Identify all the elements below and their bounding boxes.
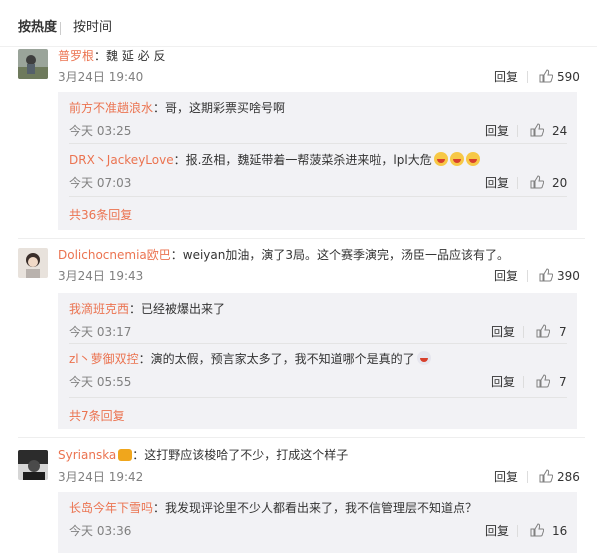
reply-username[interactable]: DRX丶JackeyLove [69, 153, 174, 167]
sort-by-hot-tab[interactable]: 按热度 [18, 20, 57, 36]
comment-time: 3月24日 19:40 [58, 70, 144, 84]
like-count: 590 [557, 70, 580, 84]
like-count: 16 [552, 524, 568, 538]
comment-time: 3月24日 19:43 [58, 269, 144, 283]
reply-text: ：哥，这期彩票买啥号啊 [153, 101, 286, 115]
reply-time: 今天 07:03 [69, 176, 132, 190]
avatar-image [18, 49, 48, 79]
like-icon[interactable] [530, 175, 544, 189]
action-divider [523, 376, 524, 388]
reply-button[interactable]: 回复 [485, 524, 509, 538]
comment-item: Syrianska ：这打野应该梭哈了不少，打成这个样子 3月24日 19:42 … [0, 446, 597, 553]
reply-button[interactable]: 回复 [494, 269, 518, 283]
reply-divider [69, 397, 567, 398]
like-icon[interactable] [536, 324, 550, 338]
comment-text: ：这打野应该梭哈了不少，打成这个样子 [132, 448, 349, 462]
action-divider [517, 525, 518, 537]
reply-time: 今天 03:36 [69, 524, 132, 538]
reply-button[interactable]: 回复 [485, 124, 509, 138]
action-divider [527, 270, 528, 282]
reply-button[interactable]: 回复 [494, 70, 518, 84]
confused-emoji-icon [416, 351, 431, 365]
avatar[interactable] [18, 49, 48, 79]
reply-divider [69, 143, 567, 144]
reply-button[interactable]: 回复 [494, 470, 518, 484]
like-count: 20 [552, 176, 568, 190]
like-count: 390 [557, 269, 580, 283]
sort-divider [60, 22, 61, 35]
replies-box: 长岛今年下雪吗：我发现评论里不少人都看出来了，我不信管理层不知道点？ 今天 03… [58, 492, 577, 553]
laugh-emoji-icon [465, 152, 480, 166]
reply-divider [69, 343, 567, 344]
reply-text: ：已经被爆出来了 [129, 302, 226, 316]
reply-text: ：演的太假，预言家太多了，我不知道哪个是真的了 [138, 352, 415, 366]
comment-time: 3月24日 19:42 [58, 470, 144, 484]
avatar-image [18, 248, 48, 278]
reply-text: ：我发现评论里不少人都看出来了，我不信管理层不知道点？ [153, 501, 478, 515]
like-icon[interactable] [539, 69, 553, 83]
vip-badge-icon [118, 449, 133, 461]
reply-button[interactable]: 回复 [485, 176, 509, 190]
like-icon[interactable] [530, 523, 544, 537]
avatar-image [18, 450, 48, 480]
avatar[interactable] [18, 450, 48, 480]
action-divider [517, 177, 518, 189]
comment-text: ：weiyan加油，演了3局。这个赛季演完，汤臣一品应该有了。 [170, 248, 509, 262]
comment-username[interactable]: Syrianska [58, 448, 116, 462]
reply-text: ：报.丞相，魏延带着一帮菠菜杀进来啦，lpl大危 [173, 153, 432, 167]
laugh-emoji-icon [449, 152, 464, 166]
comment-item: 普罗根：魏 延 必 反 3月24日 19:40 回复 590 前方不准趟浪水：哥… [0, 47, 597, 237]
comment-text: ：魏 延 必 反 [94, 49, 166, 63]
replies-box: 前方不准趟浪水：哥，这期彩票买啥号啊 今天 03:25 回复 24 DRX丶Ja… [58, 92, 577, 230]
like-count: 24 [552, 124, 568, 138]
comment-username[interactable]: 普罗根 [58, 49, 94, 63]
more-replies-link[interactable]: 共36条回复 [69, 208, 132, 222]
comment-username[interactable]: Dolichocnemia欧巴 [58, 248, 171, 262]
replies-box: 我滴班克西：已经被爆出来了 今天 03:17 回复 7 zl丶萝御双控：演的太假… [58, 293, 577, 429]
like-icon[interactable] [539, 469, 553, 483]
comment-divider [18, 437, 585, 438]
reply-time: 今天 03:25 [69, 124, 132, 138]
sort-bar: 按热度 按时间 [0, 0, 597, 47]
like-icon[interactable] [530, 123, 544, 137]
more-replies-link[interactable]: 共7条回复 [69, 409, 125, 423]
reply-username[interactable]: zl丶萝御双控 [69, 352, 139, 366]
like-count: 7 [559, 375, 567, 389]
comment-item: Dolichocnemia欧巴：weiyan加油，演了3局。这个赛季演完，汤臣一… [0, 246, 597, 436]
like-icon[interactable] [536, 374, 550, 388]
action-divider [523, 326, 524, 338]
laugh-emoji-icon [433, 152, 448, 166]
like-icon[interactable] [539, 268, 553, 282]
comment-divider [18, 238, 585, 239]
sort-by-time-tab[interactable]: 按时间 [73, 20, 112, 36]
reply-username[interactable]: 前方不准趟浪水 [69, 101, 153, 115]
avatar[interactable] [18, 248, 48, 278]
reply-username[interactable]: 我滴班克西 [69, 302, 129, 316]
like-count: 7 [559, 325, 567, 339]
action-divider [527, 471, 528, 483]
like-count: 286 [557, 470, 580, 484]
reply-divider [69, 196, 567, 197]
action-divider [517, 125, 518, 137]
reply-button[interactable]: 回复 [491, 325, 515, 339]
reply-button[interactable]: 回复 [491, 375, 515, 389]
reply-username[interactable]: 长岛今年下雪吗 [69, 501, 153, 515]
reply-time: 今天 03:17 [69, 325, 132, 339]
reply-time: 今天 05:55 [69, 375, 132, 389]
action-divider [527, 71, 528, 83]
